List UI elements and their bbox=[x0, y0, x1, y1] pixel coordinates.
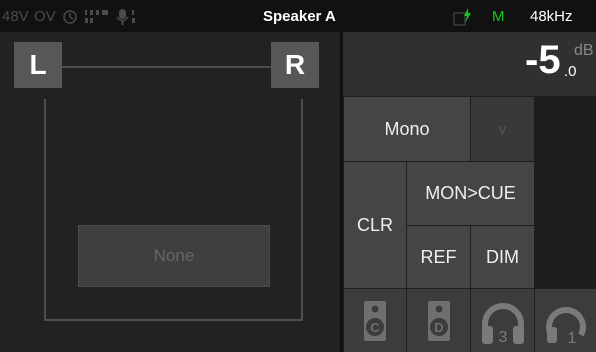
speaker-c-button[interactable]: C bbox=[344, 289, 406, 352]
field-border-left bbox=[44, 99, 46, 321]
clock-icon bbox=[63, 10, 77, 24]
mono-button[interactable]: Mono bbox=[344, 97, 470, 161]
input-grid-icon bbox=[85, 10, 108, 23]
overload-label: OV bbox=[34, 8, 56, 25]
ref-button[interactable]: REF bbox=[407, 226, 470, 288]
field-border-right bbox=[301, 99, 303, 321]
headphones-button[interactable]: 3 bbox=[471, 289, 534, 352]
level-readout[interactable]: -5 .0 dB bbox=[343, 32, 596, 96]
usb-power-icon bbox=[453, 8, 471, 26]
clr-button[interactable]: CLR bbox=[344, 162, 406, 288]
left-channel-button[interactable]: L bbox=[14, 42, 62, 88]
level-decimal: .0 bbox=[564, 63, 577, 80]
headphones-2-icon: 1 bbox=[545, 306, 586, 347]
stereo-link-line bbox=[48, 66, 271, 68]
routing-panel: L R None bbox=[0, 32, 340, 352]
speaker-c-letter: C bbox=[370, 320, 380, 335]
mono-dropdown-button[interactable]: v bbox=[471, 97, 534, 161]
source-select-button[interactable]: None bbox=[78, 225, 270, 287]
speaker-d-icon: D bbox=[427, 300, 450, 341]
speaker-d-button[interactable]: D bbox=[407, 289, 470, 352]
field-border-bottom bbox=[44, 319, 303, 321]
mode-indicator: M bbox=[492, 8, 505, 25]
status-bar: 48V OV Speaker A M 48kHz bbox=[0, 0, 596, 32]
sample-rate: 48kHz bbox=[530, 8, 573, 25]
mon-cue-button[interactable]: MON>CUE bbox=[407, 162, 534, 225]
headphones-2-button[interactable]: 1 bbox=[535, 289, 596, 352]
dim-button[interactable]: DIM bbox=[471, 226, 534, 288]
right-channel-button[interactable]: R bbox=[271, 42, 319, 88]
headphones-2-number: 1 bbox=[567, 330, 576, 347]
level-unit: dB bbox=[574, 42, 594, 59]
speaker-d-letter: D bbox=[434, 320, 443, 335]
microphone-icon bbox=[116, 9, 135, 25]
phantom-power-label: 48V bbox=[2, 8, 29, 25]
headphones-number: 3 bbox=[498, 329, 507, 346]
level-value: -5 bbox=[525, 38, 561, 82]
speaker-c-icon: C bbox=[364, 300, 386, 341]
device-title: Speaker A bbox=[263, 8, 336, 25]
headphones-icon: 3 bbox=[481, 302, 524, 346]
